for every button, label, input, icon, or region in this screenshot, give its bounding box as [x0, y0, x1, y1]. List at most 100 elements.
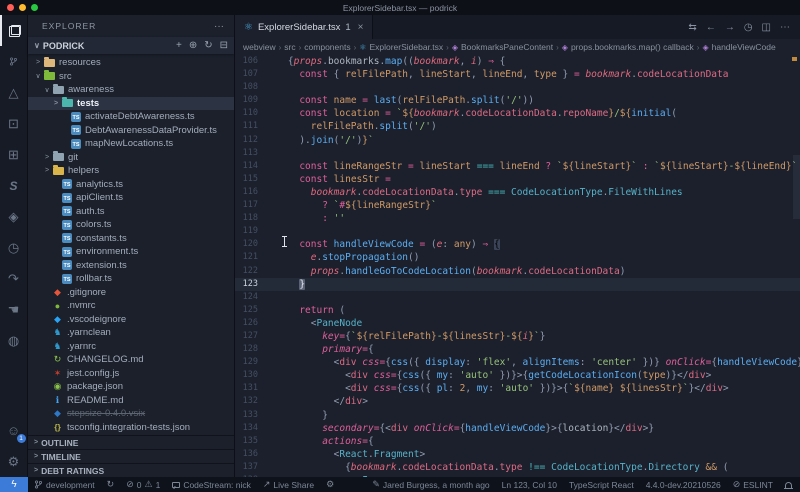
eslint-indicator[interactable]: ⊘ ESLINT	[727, 477, 779, 492]
accounts-icon[interactable]: ☺ 1	[0, 415, 28, 446]
code-line[interactable]: 133 }	[235, 409, 800, 422]
redo-arrow-icon[interactable]: ↷	[0, 263, 28, 294]
debug-console-icon[interactable]: ⊡	[0, 108, 28, 139]
breadcrumb-bookmarkspanecontent[interactable]: ◈ BookmarksPaneContent	[452, 42, 553, 52]
refresh-icon[interactable]: ↻	[204, 40, 212, 51]
close-window-icon[interactable]	[7, 4, 14, 11]
new-file-icon[interactable]: +	[176, 40, 182, 51]
code-line[interactable]: 108	[235, 81, 800, 94]
code-line[interactable]: 124	[235, 291, 800, 304]
tree-item-src[interactable]: ∨ src	[28, 70, 234, 84]
explorer-icon[interactable]	[0, 15, 28, 46]
code-line[interactable]: 111 relFilePath.split('/')	[235, 120, 800, 133]
traffic-lights[interactable]	[7, 4, 38, 11]
timeline-clock-icon[interactable]: ◷	[0, 232, 28, 263]
code-line[interactable]: 127 key={`${relFilePath}-${linesStr}-${i…	[235, 330, 800, 343]
version-indicator[interactable]: 4.4.0-dev.20210526	[640, 477, 727, 492]
code-line[interactable]: 136 <React.Fragment>	[235, 448, 800, 461]
notifications-bell[interactable]	[779, 477, 800, 492]
panel-debt-ratings[interactable]: > DEBT RATINGS	[28, 463, 234, 477]
code-line[interactable]: 131 <div css={css({ pl: 2, my: 'auto' })…	[235, 382, 800, 395]
codestream-logo-icon[interactable]: S	[0, 170, 28, 201]
tab-explorersidebar[interactable]: ⚛ ExplorerSidebar.tsx 1 ×	[235, 15, 374, 39]
tree-item-package-json[interactable]: ◉ package.json	[28, 380, 234, 394]
branch-indicator[interactable]: development	[28, 477, 101, 492]
panel-outline[interactable]: > OUTLINE	[28, 435, 234, 449]
explorer-more-icon[interactable]: ···	[214, 21, 224, 32]
code-line[interactable]: 109 const name = last(relFilePath.split(…	[235, 94, 800, 107]
tree-item-git[interactable]: > git	[28, 151, 234, 165]
code-line[interactable]: 137 {bookmark.codeLocationData.type !== …	[235, 461, 800, 474]
minimize-window-icon[interactable]	[19, 4, 26, 11]
cursor-position[interactable]: Ln 123, Col 10	[496, 477, 563, 492]
tree-item-awareness[interactable]: ∨ awareness	[28, 83, 234, 97]
tree-item-tsconfig-integration-tests-json[interactable]: {} tsconfig.integration-tests.json	[28, 421, 234, 435]
tree-item-changelog-md[interactable]: ↻ CHANGELOG.md	[28, 353, 234, 367]
codestream-indicator[interactable]: CodeStream: nick	[166, 477, 257, 492]
code-line[interactable]: 120 const handleViewCode = (e: any) ⇒ {	[235, 238, 800, 251]
tree-item--yarnrc[interactable]: ♞ .yarnrc	[28, 340, 234, 354]
workspace-section-header[interactable]: ∨ PODRICK + ⊕ ↻ ⊟	[28, 37, 234, 54]
code-line[interactable]: 129 <div css={css({ display: 'flex', ali…	[235, 356, 800, 369]
code-line[interactable]: 116 bookmark.codeLocationData.type === C…	[235, 186, 800, 199]
tree-item--gitignore[interactable]: ◆ .gitignore	[28, 286, 234, 300]
tree-item-helpers[interactable]: > helpers	[28, 164, 234, 178]
code-line-active[interactable]: 123 }	[235, 277, 800, 291]
code-line[interactable]: 119	[235, 225, 800, 238]
gear-indicator[interactable]: ⚙	[320, 477, 340, 492]
tree-item--yarnclean[interactable]: ♞ .yarnclean	[28, 326, 234, 340]
close-tab-icon[interactable]: ×	[358, 22, 364, 33]
code-line[interactable]: 112 ).join('/')}`	[235, 134, 800, 147]
code-line[interactable]: 125 return (	[235, 304, 800, 317]
tree-item-auth-ts[interactable]: TS auth.ts	[28, 205, 234, 219]
zoom-window-icon[interactable]	[31, 4, 38, 11]
code-area[interactable]: 106 {props.bookmarks.map((bookmark, i) ⇒…	[235, 55, 800, 477]
tree-item-readme-md[interactable]: ℹ README.md	[28, 394, 234, 408]
tree-item-mapnewlocations-ts[interactable]: TS mapNewLocations.ts	[28, 137, 234, 151]
language-mode[interactable]: TypeScript React	[563, 477, 640, 492]
panel-timeline[interactable]: > TIMELINE	[28, 449, 234, 463]
tree-item-debtawarenessdataprovider-ts[interactable]: TS DebtAwarenessDataProvider.ts	[28, 124, 234, 138]
timeline-icon[interactable]: ◷	[744, 22, 753, 33]
split-editor-icon[interactable]: ◫	[762, 22, 771, 33]
breadcrumb-webview[interactable]: webview	[243, 42, 276, 52]
code-line[interactable]: 107 const { relFilePath, lineStart, line…	[235, 68, 800, 81]
code-line[interactable]: 106 {props.bookmarks.map((bookmark, i) ⇒…	[235, 55, 800, 68]
sync-indicator[interactable]: ↻	[101, 477, 121, 492]
tree-item-tests[interactable]: > tests	[28, 96, 234, 110]
tree-item-stepsize-0-4-0-vsix[interactable]: ◆ stepsize-0.4.0.vsix	[28, 407, 234, 421]
breadcrumb-explorersidebar-tsx[interactable]: ⚛ ExplorerSidebar.tsx	[359, 42, 443, 52]
tree-item--vscodeignore[interactable]: ◆ .vscodeignore	[28, 313, 234, 327]
code-line[interactable]: 138 <Icon	[235, 474, 800, 477]
tree-item-rollbar-ts[interactable]: TS rollbar.ts	[28, 272, 234, 286]
back-icon[interactable]: ←	[706, 22, 716, 33]
blame-indicator[interactable]: ✎ Jared Burgess, a month ago	[366, 477, 495, 492]
problems-indicator[interactable]: ⊘ 0 ⚠ 1	[120, 477, 166, 492]
tree-item-jest-config-js[interactable]: ✶ jest.config.js	[28, 367, 234, 381]
source-control-icon[interactable]	[0, 46, 28, 77]
test-flask-icon[interactable]: △	[0, 77, 28, 108]
code-line[interactable]: 135 actions={	[235, 435, 800, 448]
scrollbar-thumb[interactable]	[793, 155, 800, 219]
code-line[interactable]: 114 const lineRangeStr = lineStart === l…	[235, 160, 800, 173]
swirl-icon[interactable]: ◍	[0, 325, 28, 356]
code-line[interactable]: 121 e.stopPropagation()	[235, 251, 800, 264]
code-line[interactable]: 122 props.handleGoToCodeLocation(bookmar…	[235, 265, 800, 278]
code-line[interactable]: 113	[235, 147, 800, 160]
breadcrumb-handleviewcode[interactable]: ◈ handleViewCode	[702, 42, 775, 52]
open-changes-icon[interactable]: ⇆	[688, 22, 696, 33]
tree-item-colors-ts[interactable]: TS colors.ts	[28, 218, 234, 232]
sentry-logo-icon[interactable]: ◈	[0, 201, 28, 232]
code-line[interactable]: 118 : ''	[235, 212, 800, 225]
hand-icon[interactable]: ☚	[0, 294, 28, 325]
tree-item-apiclient-ts[interactable]: TS apiClient.ts	[28, 191, 234, 205]
tree-item--nvmrc[interactable]: ● .nvmrc	[28, 299, 234, 313]
new-folder-icon[interactable]: ⊕	[189, 40, 197, 51]
tree-item-analytics-ts[interactable]: TS analytics.ts	[28, 178, 234, 192]
extensions-icon[interactable]: ⊞	[0, 139, 28, 170]
forward-icon[interactable]: →	[725, 22, 735, 33]
breadcrumb-components[interactable]: components	[304, 42, 350, 52]
tree-item-extension-ts[interactable]: TS extension.ts	[28, 259, 234, 273]
code-line[interactable]: 126 <PaneNode	[235, 317, 800, 330]
collapse-all-icon[interactable]: ⊟	[220, 40, 228, 51]
